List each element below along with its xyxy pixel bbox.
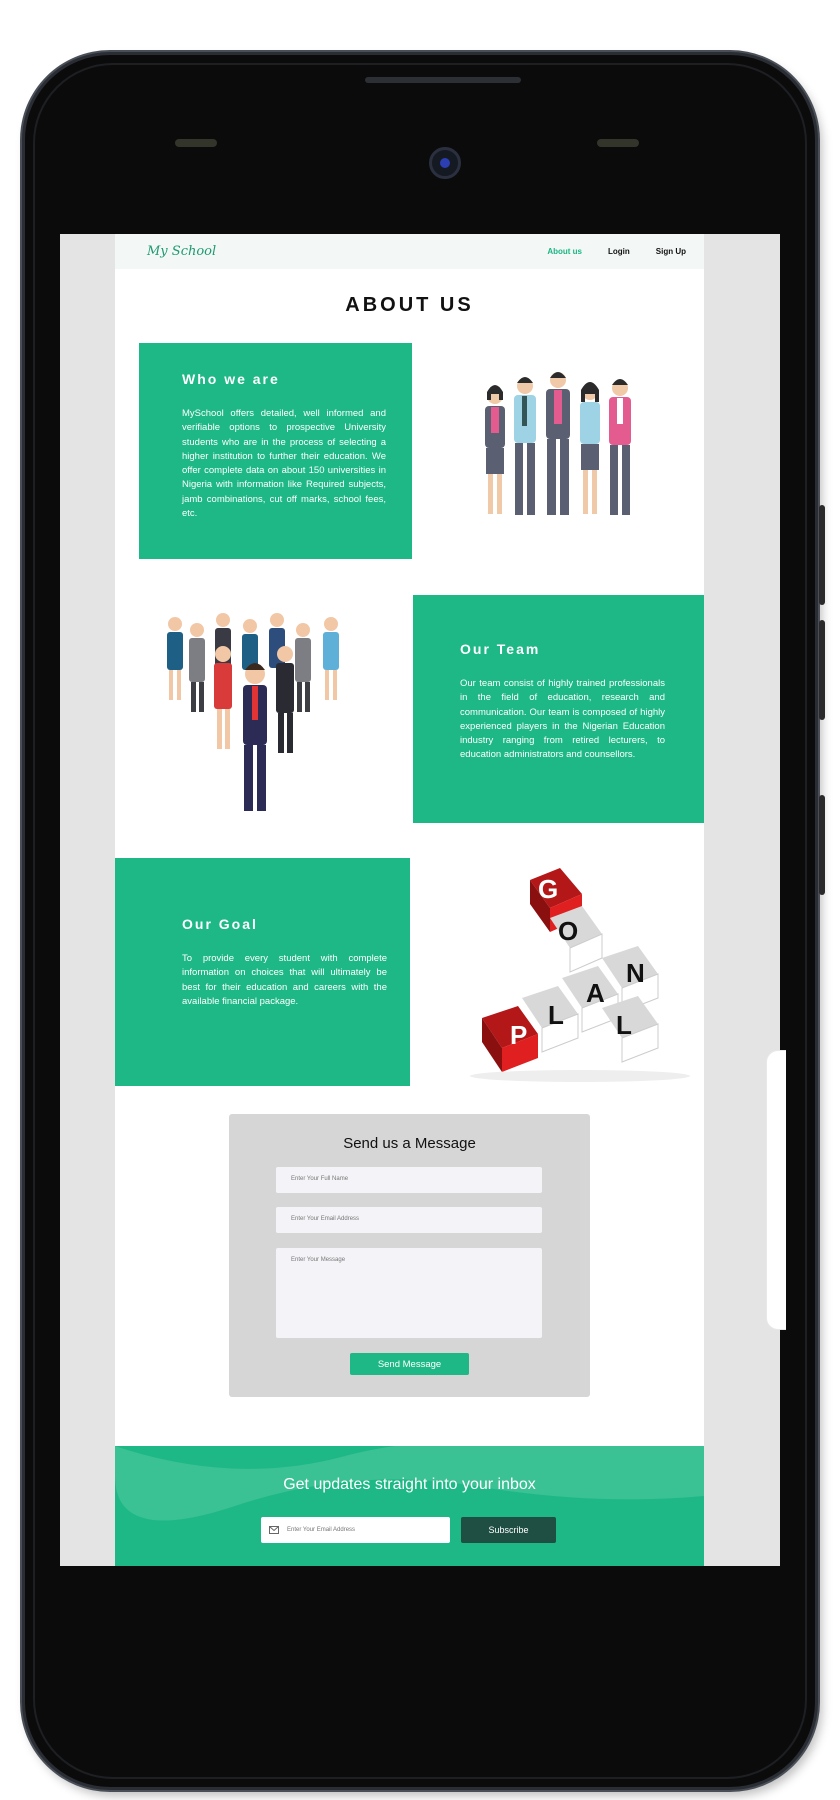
goal-plan-cubes-image: P L A N G O L <box>440 858 695 1086</box>
contact-title: Send us a Message <box>343 1135 476 1152</box>
nav-login[interactable]: Login <box>608 247 630 256</box>
newsletter-title: Get updates straight into your inbox <box>283 1476 536 1493</box>
newsletter-email-placeholder: Enter Your Email Address <box>287 1527 356 1533</box>
nav-links: About us Login Sign Up <box>547 247 686 256</box>
person-figure <box>546 372 570 515</box>
svg-text:P: P <box>510 1020 527 1050</box>
send-message-button[interactable]: Send Message <box>350 1353 469 1375</box>
our-goal-heading: Our Goal <box>182 916 258 932</box>
svg-text:N: N <box>626 958 645 988</box>
svg-text:L: L <box>616 1010 632 1040</box>
our-team-card: Our Team Our team consist of highly trai… <box>413 595 704 823</box>
team-group-illustration <box>167 613 339 811</box>
sensor-left <box>175 139 217 147</box>
newsletter-email-input[interactable]: Enter Your Email Address <box>261 1517 450 1543</box>
volume-down-button <box>819 620 825 720</box>
navbar: My School About us Login Sign Up <box>115 234 704 269</box>
mail-icon <box>269 1526 279 1534</box>
web-page: My School About us Login Sign Up ABOUT U… <box>115 234 704 1566</box>
subscribe-button[interactable]: Subscribe <box>461 1517 556 1543</box>
person-figure <box>514 377 536 515</box>
who-we-are-heading: Who we are <box>182 371 280 387</box>
power-button <box>819 795 825 895</box>
newsletter-section: Get updates straight into your inbox Ent… <box>115 1446 704 1566</box>
speaker-grille <box>365 77 521 83</box>
svg-text:L: L <box>548 1000 564 1030</box>
business-team-illustration <box>485 372 631 515</box>
our-team-text: Our team consist of highly trained profe… <box>460 678 665 761</box>
nav-sign-up[interactable]: Sign Up <box>656 247 686 256</box>
contact-form: Send us a Message Enter Your Full Name E… <box>229 1114 590 1397</box>
edge-panel <box>766 1050 786 1330</box>
cube-shadow <box>470 1070 690 1082</box>
volume-up-button <box>819 505 825 605</box>
page-title: ABOUT US <box>345 294 474 316</box>
our-goal-card: Our Goal To provide every student with c… <box>115 858 410 1086</box>
sensor-right <box>597 139 639 147</box>
person-figure <box>609 379 631 515</box>
nav-about-us[interactable]: About us <box>547 247 582 256</box>
person-figure <box>580 382 600 514</box>
full-name-input[interactable]: Enter Your Full Name <box>276 1167 542 1193</box>
our-goal-text: To provide every student with complete i… <box>182 953 387 1007</box>
site-logo[interactable]: My School <box>147 244 216 259</box>
message-textarea[interactable]: Enter Your Message <box>276 1248 542 1338</box>
decorative-wave <box>115 1446 704 1521</box>
svg-text:O: O <box>558 916 578 946</box>
svg-text:G: G <box>538 874 558 904</box>
front-camera <box>429 147 461 179</box>
svg-text:A: A <box>586 978 605 1008</box>
leader-person <box>243 663 267 811</box>
who-we-are-text: MySchool offers detailed, well informed … <box>182 408 386 520</box>
person-figure <box>485 385 505 514</box>
email-input[interactable]: Enter Your Email Address <box>276 1207 542 1233</box>
our-team-heading: Our Team <box>460 641 541 657</box>
who-we-are-card: Who we are MySchool offers detailed, wel… <box>139 343 412 559</box>
phone-screen: My School About us Login Sign Up ABOUT U… <box>60 234 780 1566</box>
